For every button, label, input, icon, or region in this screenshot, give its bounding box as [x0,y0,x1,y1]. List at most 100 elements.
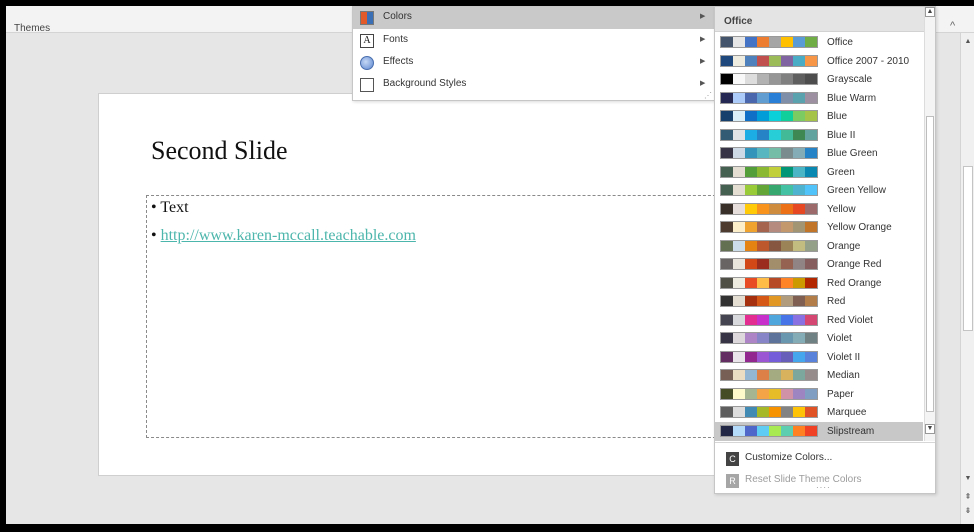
color-scheme-name: Grayscale [827,74,873,85]
resize-grip-icon[interactable]: ⋰ [704,91,712,100]
color-swatch [757,111,769,121]
color-swatch [745,74,757,84]
slide-pane-scrollbar[interactable]: ▲ ▼ ⇞ ⇟ [960,33,974,524]
color-scheme-option[interactable]: Median [715,366,923,385]
color-swatch [721,111,733,121]
color-swatch [805,148,817,158]
color-scheme-option[interactable]: Orange [715,237,923,256]
divider [715,442,935,443]
color-scheme-option[interactable]: Blue [715,107,923,126]
menu-item-label: Fonts [383,34,409,45]
menu-item-colors[interactable]: Colors ▶ [353,7,716,29]
color-scheme-name: Office 2007 - 2010 [827,55,910,67]
color-scheme-option[interactable]: Office 2007 - 2010 [715,52,923,71]
color-scheme-option[interactable]: Paper [715,385,923,404]
color-swatch [757,240,769,251]
color-swatch [721,203,733,214]
color-swatch [805,92,817,103]
color-scheme-option[interactable]: Violet II [715,348,923,367]
color-swatch [733,407,745,417]
slide-canvas[interactable]: Second Slide • Text • http://www.karen-m… [98,93,726,476]
color-swatch [769,203,781,214]
previous-slide-icon[interactable]: ⇞ [962,492,974,502]
color-swatch [769,388,781,399]
color-swatch [721,148,733,158]
color-scheme-name: Blue Warm [827,92,877,104]
slide-title[interactable]: Second Slide [151,136,288,166]
color-swatch [757,148,769,158]
color-swatch [733,240,745,251]
color-scheme-option[interactable]: Orange Red [715,255,923,274]
menu-item-fonts[interactable]: A Fonts ▶ [353,30,716,52]
menu-item-label: Colors [383,11,412,22]
color-scheme-option[interactable]: Yellow [715,200,923,219]
scroll-thumb[interactable] [963,166,973,331]
color-swatch [805,55,817,66]
color-swatch [781,185,793,195]
background-styles-icon [360,78,374,92]
color-swatch [805,74,817,84]
color-swatch [793,370,805,380]
resize-grip-icon[interactable]: ···· [816,483,831,492]
bullet-item[interactable]: • http://www.karen-mccall.teachable.com [151,227,416,245]
color-scheme-option[interactable]: Red Violet [715,311,923,330]
color-scheme-option[interactable]: Grayscale [715,70,923,89]
color-swatch [733,185,745,195]
color-swatch [781,55,793,66]
color-scheme-option[interactable]: Red Orange [715,274,923,293]
color-swatch [721,259,733,269]
color-scheme-option[interactable]: Green Yellow [715,181,923,200]
color-swatch [805,111,817,121]
color-swatch [757,333,769,343]
color-swatch [769,185,781,195]
scroll-thumb[interactable] [926,116,934,412]
color-scheme-option[interactable]: Marquee [715,403,923,422]
color-scheme-option[interactable]: Blue II [715,126,923,145]
color-swatch [745,333,757,343]
color-swatch-strip [720,221,818,233]
content-placeholder[interactable]: • Text • http://www.karen-mccall.teachab… [146,195,726,438]
scroll-down-icon[interactable]: ▼ [925,424,935,434]
customize-colors-command[interactable]: C Customize Colors... [715,448,935,468]
hyperlink[interactable]: http://www.karen-mccall.teachable.com [161,227,416,244]
color-scheme-option[interactable]: Green [715,163,923,182]
color-swatch [793,222,805,232]
color-scheme-name: Slipstream [827,425,875,437]
color-swatch [793,314,805,325]
color-swatch [769,222,781,232]
color-swatch [769,129,781,140]
submenu-arrow-icon: ▶ [700,36,706,43]
color-swatch [769,92,781,103]
next-slide-icon[interactable]: ⇟ [962,506,974,516]
color-swatch [781,74,793,84]
color-swatch [721,129,733,140]
color-scheme-option[interactable]: Red [715,292,923,311]
color-scheme-option[interactable]: Violet [715,329,923,348]
scroll-up-icon[interactable]: ▲ [962,38,974,48]
color-swatch [733,222,745,232]
color-swatch [721,166,733,177]
color-scheme-name: Blue [827,111,848,122]
scroll-up-icon[interactable]: ▲ [925,7,935,17]
color-swatch-strip [720,147,818,159]
color-scheme-option[interactable]: Slipstream [715,421,923,441]
menu-item-effects[interactable]: Effects ▶ [353,52,716,74]
gallery-scrollbar[interactable]: ▲ ▼ [924,7,935,441]
color-scheme-option[interactable]: Blue Warm [715,89,923,108]
color-swatch [805,203,817,214]
color-swatch [733,296,745,306]
color-swatch [733,388,745,399]
color-swatch [793,388,805,399]
color-swatch [733,203,745,214]
color-swatch [745,296,757,306]
bullet-item[interactable]: • Text [151,199,189,217]
scroll-down-icon[interactable]: ▼ [962,475,974,485]
color-swatch [733,333,745,343]
collapse-ribbon-icon[interactable]: ^ [950,20,962,32]
color-scheme-option[interactable]: Office [715,33,923,52]
powerpoint-window: Themes ^ Second Slide • Text • http://ww… [6,6,974,524]
menu-item-background-styles[interactable]: Background Styles ▶ [353,74,716,96]
color-scheme-option[interactable]: Blue Green [715,144,923,163]
color-scheme-option[interactable]: Yellow Orange [715,218,923,237]
color-swatch [781,37,793,47]
